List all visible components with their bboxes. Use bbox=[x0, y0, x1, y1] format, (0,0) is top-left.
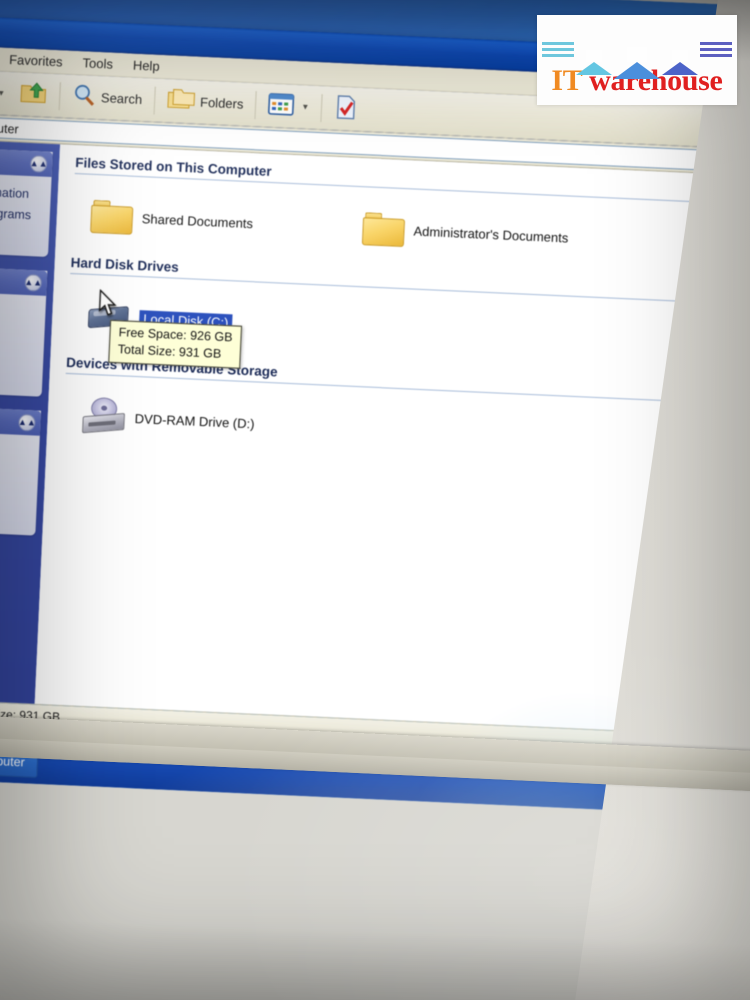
task-view-system-information[interactable]: ✓ View system information bbox=[0, 176, 47, 205]
warehouse-icon bbox=[576, 45, 612, 75]
panel-details: Details ▲▲ Local Disk (C:) Local Disk Fi… bbox=[0, 402, 41, 536]
warehouse-icon bbox=[614, 45, 660, 79]
panel-system-tasks-header[interactable]: System Tasks ▲▲ bbox=[0, 143, 53, 178]
address-value: My Computer bbox=[0, 119, 19, 136]
extra-button[interactable] bbox=[326, 90, 366, 128]
menu-item-help[interactable]: Help bbox=[122, 55, 170, 76]
panel-other-places-header[interactable]: Other Places ▲▲ bbox=[0, 262, 48, 296]
logo-graphic bbox=[542, 25, 732, 79]
logo-bars-right bbox=[700, 42, 732, 57]
watermark-logo: IT warehouse bbox=[537, 15, 737, 105]
logo-bars-left bbox=[542, 42, 574, 57]
photographed-monitor: My Computer File Edit View Favorites Too… bbox=[0, 0, 750, 1000]
menu-item-favorites[interactable]: Favorites bbox=[0, 50, 73, 72]
task-label: View system information bbox=[0, 180, 30, 201]
item-label: Administrator's Documents bbox=[413, 222, 569, 245]
panel-system-tasks-list: ✓ View system information Add or remove … bbox=[0, 169, 52, 249]
item-label: DVD-RAM Drive (D:) bbox=[134, 410, 255, 431]
up-button[interactable] bbox=[11, 76, 55, 114]
panel-other-places: Other Places ▲▲ My Network Places bbox=[0, 262, 48, 397]
list-item[interactable]: DVD-RAM Drive (D:) bbox=[81, 388, 355, 456]
chevron-down-icon[interactable]: ▼ bbox=[0, 88, 5, 97]
chevron-up-icon[interactable]: ▲▲ bbox=[18, 413, 36, 432]
folder-icon bbox=[361, 211, 406, 248]
warehouse-icon bbox=[662, 45, 698, 75]
toolbar-separator bbox=[320, 93, 323, 122]
menu-item-tools[interactable]: Tools bbox=[72, 53, 123, 74]
chevron-up-icon[interactable]: ▲▲ bbox=[24, 273, 42, 292]
folder-up-icon bbox=[18, 79, 47, 109]
drive-tooltip: Free Space: 926 GB Total Size: 931 GB bbox=[108, 319, 243, 369]
search-button[interactable]: Search bbox=[64, 78, 150, 118]
views-grid-icon bbox=[268, 92, 295, 120]
task-label: Add or remove programs bbox=[0, 201, 32, 222]
list-item[interactable]: Shared Documents bbox=[90, 188, 364, 256]
folders-button[interactable]: Folders bbox=[159, 82, 251, 122]
panel-system-tasks: System Tasks ▲▲ ✓ View system informatio… bbox=[0, 143, 53, 257]
panel-details-body: Local Disk (C:) Local Disk File System: … bbox=[0, 427, 40, 527]
toolbar-separator bbox=[58, 81, 61, 110]
doc-check-icon bbox=[334, 94, 359, 124]
toolbar-separator bbox=[254, 90, 258, 119]
search-button-label: Search bbox=[100, 90, 143, 108]
panel-other-places-list: My Network Places My Documents Shared Do… bbox=[0, 287, 46, 388]
item-label: Shared Documents bbox=[141, 210, 254, 231]
place-my-network-places[interactable]: My Network Places bbox=[0, 295, 42, 324]
dvd-drive-icon bbox=[81, 397, 127, 437]
views-button[interactable]: ▼ bbox=[261, 87, 317, 125]
magnifier-icon bbox=[71, 83, 96, 111]
list-item[interactable]: Administrator's Documents bbox=[361, 200, 635, 268]
details-file-system: File System: NTFS bbox=[0, 472, 30, 494]
panel-details-header[interactable]: Details ▲▲ bbox=[0, 402, 41, 436]
toolbar-separator bbox=[153, 86, 156, 115]
chevron-down-icon[interactable]: ▼ bbox=[301, 102, 309, 111]
folders-button-label: Folders bbox=[199, 94, 244, 112]
chevron-up-icon[interactable]: ▲▲ bbox=[30, 155, 48, 173]
details-heading: Local Disk (C:) bbox=[0, 436, 32, 459]
folders-icon bbox=[167, 87, 196, 115]
folder-icon bbox=[90, 199, 134, 235]
